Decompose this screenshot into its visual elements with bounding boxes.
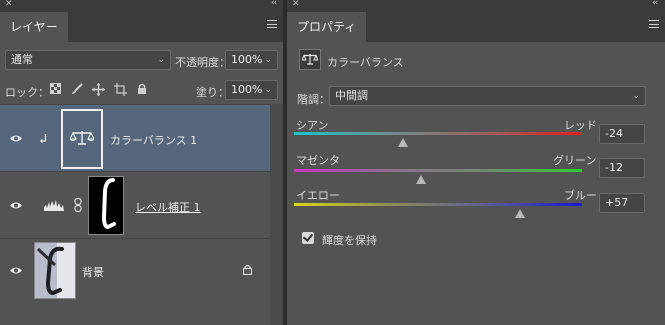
- collapse-panel-icon[interactable]: ‹‹: [271, 0, 277, 8]
- magenta-green-slider-track[interactable]: [294, 169, 582, 172]
- levels-histogram-icon: [44, 200, 64, 211]
- cyan-red-value-field[interactable]: -24: [599, 124, 645, 144]
- clipping-mask-icon: [40, 134, 47, 144]
- close-panel-icon[interactable]: ✕: [5, 0, 13, 9]
- slider-right-label: レッド: [564, 119, 597, 132]
- tone-label: 階調：: [297, 93, 330, 106]
- slider-value: -24: [605, 127, 623, 140]
- opacity-field[interactable]: 100% ⌄: [225, 50, 278, 70]
- preserve-luminosity-label: 輝度を保持: [322, 234, 377, 247]
- visibility-eye-icon[interactable]: [9, 134, 23, 143]
- lock-label: ロック：: [5, 86, 49, 99]
- lock-all-icon[interactable]: [137, 83, 147, 95]
- slider-right-label: グリーン: [553, 154, 597, 167]
- properties-tab-bar: プロパティ: [287, 9, 665, 42]
- layers-scrollbar[interactable]: [270, 104, 283, 325]
- chevron-down-icon: ⌄: [264, 85, 272, 95]
- layer-mask-thumbnail[interactable]: [88, 176, 124, 235]
- panel-menu-icon[interactable]: [267, 20, 277, 28]
- panel-top-strip: ✕ ‹‹: [287, 0, 665, 9]
- cyan-red-slider-thumb[interactable]: [398, 138, 409, 147]
- layer-image-thumbnail[interactable]: [34, 242, 76, 299]
- layers-tab-bar: レイヤー: [0, 9, 283, 42]
- background-image: [35, 243, 75, 298]
- lock-transparent-pixels-icon[interactable]: [50, 83, 61, 94]
- slider-left-label: イエロー: [296, 189, 340, 202]
- chevron-down-icon: ⌄: [264, 55, 272, 65]
- lock-position-icon[interactable]: [92, 83, 105, 96]
- panel-top-strip: ✕ ‹‹: [0, 0, 283, 9]
- layer-name[interactable]: カラーバランス 1: [110, 132, 197, 148]
- layer-row-color-balance[interactable]: カラーバランス 1: [0, 104, 270, 171]
- balance-scale-icon: [70, 131, 94, 145]
- tone-value: 中間調: [335, 89, 368, 102]
- slider-right-label: ブルー: [564, 189, 597, 202]
- layer-row-levels[interactable]: レベル補正 1: [0, 171, 270, 238]
- layer-name[interactable]: レベル補正 1: [135, 199, 201, 215]
- fill-field[interactable]: 100% ⌄: [225, 80, 278, 100]
- visibility-eye-icon[interactable]: [9, 201, 23, 210]
- yellow-blue-slider-thumb[interactable]: [515, 209, 526, 218]
- blend-mode-value: 通常: [11, 53, 33, 66]
- panel-menu-icon[interactable]: [649, 20, 659, 28]
- cyan-red-slider-track[interactable]: [294, 132, 582, 135]
- lock-image-pixels-icon[interactable]: [71, 83, 83, 95]
- tab-layers[interactable]: レイヤー: [0, 12, 68, 42]
- slider-value: -12: [605, 161, 623, 174]
- tab-properties[interactable]: プロパティ: [287, 12, 367, 42]
- layer-row-background[interactable]: 背景: [0, 238, 270, 302]
- properties-title: カラーバランス: [327, 56, 404, 69]
- opacity-label: 不透明度：: [175, 56, 230, 69]
- adjustment-layer-mask-thumbnail[interactable]: [61, 109, 103, 169]
- tone-dropdown[interactable]: 中間調 ⌄: [329, 86, 646, 106]
- chevron-down-icon: ⌄: [157, 55, 165, 65]
- yellow-blue-slider-track[interactable]: [294, 203, 582, 206]
- balance-scale-icon: [302, 54, 318, 65]
- mask-image: [101, 178, 116, 230]
- magenta-green-value-field[interactable]: -12: [599, 158, 645, 178]
- collapse-panel-icon[interactable]: ‹‹: [652, 0, 658, 8]
- layer-name[interactable]: 背景: [82, 264, 104, 280]
- slider-left-label: マゼンタ: [296, 154, 340, 167]
- close-panel-icon[interactable]: ✕: [292, 0, 300, 9]
- slider-left-label: シアン: [296, 119, 329, 132]
- color-balance-adjustment-icon: [299, 49, 321, 70]
- magenta-green-slider-thumb[interactable]: [415, 175, 426, 184]
- visibility-eye-icon[interactable]: [9, 266, 23, 275]
- lock-icon: [243, 264, 252, 275]
- preserve-luminosity-checkbox[interactable]: [302, 232, 314, 244]
- opacity-value: 100%: [231, 53, 263, 66]
- lock-artboard-icon[interactable]: [114, 83, 127, 96]
- blend-mode-dropdown[interactable]: 通常 ⌄: [5, 50, 171, 70]
- slider-value: +57: [605, 196, 629, 209]
- link-chain-icon[interactable]: [74, 198, 82, 212]
- layers-panel: ✕ ‹‹ レイヤー 通常 ⌄ 不透明度： 100% ⌄ ロック： 塗り： 100…: [0, 0, 283, 325]
- fill-value: 100%: [231, 83, 263, 96]
- chevron-down-icon: ⌄: [632, 91, 640, 101]
- yellow-blue-value-field[interactable]: +57: [599, 193, 645, 213]
